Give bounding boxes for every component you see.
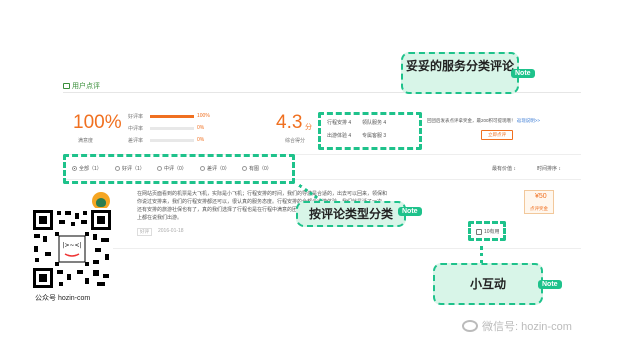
write-review-button[interactable]: 立即点评 (481, 130, 513, 140)
review-tag: 好评 (137, 228, 152, 236)
wechat-icon (462, 320, 478, 332)
note-tag: Note (511, 69, 535, 78)
rate-bar-fill (150, 114, 194, 118)
annotation-box-filters (63, 154, 295, 184)
rate-row-bad: 差评率 0% (128, 136, 204, 144)
rate-bar (150, 114, 194, 118)
sort-value-label: 最有价值 (492, 166, 513, 172)
qr-code: |>~<| (31, 208, 113, 290)
rate-row-medium: 中评率 0% (128, 124, 204, 132)
annotation-connector (480, 246, 483, 264)
watermark: 微信号: hozin-com (462, 318, 572, 334)
rate-bar (150, 126, 194, 130)
rate-value: 0% (197, 137, 205, 143)
annotation-type: 按评论类型分类 (296, 201, 406, 227)
tab-label: 用户点评 (72, 83, 100, 90)
svg-text:|>~<|: |>~<| (62, 242, 81, 249)
rate-label: 中评率 (128, 125, 144, 132)
reward-amount: ¥50 (535, 193, 547, 200)
annotation-box-interact (468, 221, 506, 241)
note-tag: Note (538, 280, 562, 289)
tab-user-reviews[interactable]: 用户点评 (63, 81, 100, 91)
note-tag: Note (398, 207, 422, 216)
watermark-text: 微信号: hozin-com (482, 321, 572, 333)
reward-text: 回团后发表点评拿奖金，最200积可提现哦！ (427, 118, 516, 123)
rate-value: 100% (197, 113, 210, 119)
annotation-interact: 小互动 (433, 263, 543, 305)
satisfaction-percent: 100% (73, 112, 122, 133)
score-label: 综合得分 (285, 138, 306, 144)
annotation-title: 小互动 (469, 277, 506, 291)
review-tab-icon (63, 83, 70, 89)
sort-time-label: 时间排序 (537, 166, 558, 172)
annotation-service: 妥妥的服务分类评论 (401, 52, 519, 94)
score-unit: 分 (305, 124, 312, 131)
annotation-box-service (318, 112, 422, 150)
annotation-title: 按评论类型分类 (308, 207, 393, 221)
rate-label: 差评率 (128, 137, 144, 144)
sort-value[interactable]: 最有价值 ↕ (492, 165, 516, 172)
rate-label: 好评率 (128, 113, 144, 120)
qr-caption: 公众号 hozin-com (35, 295, 91, 302)
satisfaction-label: 满意度 (78, 138, 94, 144)
overall-score: 4.3 (276, 112, 303, 133)
annotation-title: 妥妥的服务分类评论 (405, 59, 514, 73)
review-date: 2016-01-18 (158, 228, 184, 234)
review-divider (63, 248, 581, 249)
reward-info: 回团后发表点评拿奖金，最200积可提现哦！ 返现说明>> (427, 118, 577, 124)
sort-time[interactable]: 时间排序 ↕ (537, 165, 561, 172)
rate-row-good: 好评率 100% (128, 112, 210, 120)
rate-bar (150, 138, 194, 142)
reward-link[interactable]: 返现说明>> (517, 118, 540, 123)
rate-value: 0% (197, 125, 205, 131)
reward-label: 点评奖金 (530, 206, 548, 211)
